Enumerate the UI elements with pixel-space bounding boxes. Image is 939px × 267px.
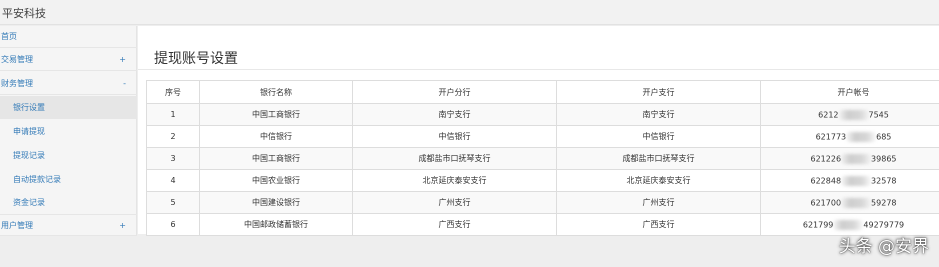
cell-no: 2 bbox=[146, 125, 200, 148]
sidebar-item-trade-management[interactable]: 交易管理 + bbox=[0, 49, 137, 71]
redaction-blur bbox=[841, 197, 872, 208]
cell-no: 3 bbox=[146, 147, 200, 170]
table-row[interactable]: 2 中信银行 中信银行 中信银行 621773 685 bbox=[146, 125, 939, 148]
withdrawal-accounts-table: 序号 银行名称 开户分行 开户支行 开户帐号 1 中国工商银行 南宁支行 南宁支… bbox=[146, 80, 939, 236]
account-suffix: 7545 bbox=[868, 110, 889, 119]
account-prefix: 621773 bbox=[815, 132, 847, 141]
cell-bank-name: 中国建设银行 bbox=[199, 191, 353, 214]
account-suffix: 59278 bbox=[871, 198, 897, 207]
table-row[interactable]: 5 中国建设银行 广州支行 广州支行 621700 59278 bbox=[146, 191, 939, 214]
sidebar-item-home[interactable]: 首页 bbox=[0, 26, 137, 48]
redaction-blur bbox=[841, 153, 872, 164]
account-suffix: 32578 bbox=[871, 176, 897, 185]
table-header-row: 序号 银行名称 开户分行 开户支行 开户帐号 bbox=[146, 80, 939, 104]
account-prefix: 621799 bbox=[802, 220, 834, 229]
page-title: 提现账号设置 bbox=[154, 51, 238, 67]
sidebar-subitem-label: 自动提款记录 bbox=[13, 175, 61, 184]
cell-subbranch: 成都盐市口抚琴支行 bbox=[556, 147, 761, 170]
sidebar-item-label: 首页 bbox=[1, 32, 17, 41]
cell-branch: 中信银行 bbox=[352, 125, 557, 148]
cell-branch: 广西支行 bbox=[352, 213, 557, 236]
sidebar-item-label: 交易管理 bbox=[1, 55, 33, 64]
brand-title: 平安科技 bbox=[2, 7, 46, 20]
cell-branch: 广州支行 bbox=[352, 191, 557, 214]
cell-subbranch: 北京延庆泰安支行 bbox=[556, 169, 761, 192]
sidebar-item-label: 财务管理 bbox=[1, 79, 33, 88]
expand-icon[interactable]: + bbox=[119, 49, 126, 71]
sidebar-subitem-bank-settings[interactable]: 银行设置 bbox=[0, 96, 137, 119]
cell-branch: 成都盐市口抚琴支行 bbox=[352, 147, 557, 170]
redaction-blur bbox=[838, 109, 869, 120]
column-header-bank-name: 银行名称 bbox=[199, 80, 353, 104]
account-prefix: 6212 bbox=[818, 110, 839, 119]
collapse-icon[interactable]: - bbox=[123, 73, 126, 95]
sidebar-subitem-apply-withdrawal[interactable]: 申请提现 bbox=[0, 120, 137, 143]
sidebar-item-finance-management[interactable]: 财务管理 - bbox=[0, 73, 137, 95]
column-header-account-number: 开户帐号 bbox=[760, 80, 939, 104]
cell-subbranch: 广西支行 bbox=[556, 213, 761, 236]
cell-branch: 南宁支行 bbox=[352, 103, 557, 126]
divider bbox=[138, 69, 939, 70]
expand-icon[interactable]: + bbox=[119, 215, 126, 237]
redaction-blur bbox=[841, 175, 872, 186]
account-suffix: 685 bbox=[876, 132, 892, 141]
sidebar: 首页 交易管理 + 财务管理 - 银行设置 申请提现 提现记录 自动提款记录 资… bbox=[0, 26, 137, 236]
table-row[interactable]: 6 中国邮政储蓄银行 广西支行 广西支行 621799 49279779 bbox=[146, 213, 939, 236]
account-prefix: 621226 bbox=[810, 154, 842, 163]
table-row[interactable]: 3 中国工商银行 成都盐市口抚琴支行 成都盐市口抚琴支行 621226 39865 bbox=[146, 147, 939, 170]
redaction-blur bbox=[846, 131, 877, 142]
sidebar-subitem-label: 申请提现 bbox=[13, 127, 45, 136]
cell-subbranch: 中信银行 bbox=[556, 125, 761, 148]
cell-bank-name: 中国工商银行 bbox=[199, 147, 353, 170]
sidebar-subitem-fund-records[interactable]: 资金记录 bbox=[0, 191, 137, 214]
sidebar-subitem-label: 提现记录 bbox=[13, 151, 45, 160]
cell-bank-name: 中国邮政储蓄银行 bbox=[199, 213, 353, 236]
cell-no: 5 bbox=[146, 191, 200, 214]
sidebar-subitem-withdrawal-records[interactable]: 提现记录 bbox=[0, 144, 137, 167]
column-header-no: 序号 bbox=[146, 80, 200, 104]
account-prefix: 621700 bbox=[810, 198, 842, 207]
watermark: 头条 @安界 bbox=[838, 237, 929, 257]
table-row[interactable]: 1 中国工商银行 南宁支行 南宁支行 6212 7545 bbox=[146, 103, 939, 126]
cell-branch: 北京延庆泰安支行 bbox=[352, 169, 557, 192]
cell-account-number: 621226 39865 bbox=[760, 147, 939, 170]
cell-bank-name: 中国农业银行 bbox=[199, 169, 353, 192]
sidebar-subitem-auto-withdrawal-records[interactable]: 自动提款记录 bbox=[0, 168, 137, 191]
cell-account-number: 6212 7545 bbox=[760, 103, 939, 126]
cell-account-number: 622848 32578 bbox=[760, 169, 939, 192]
redaction-blur bbox=[833, 219, 864, 230]
top-bar: 平安科技 bbox=[0, 0, 939, 25]
cell-no: 1 bbox=[146, 103, 200, 126]
main-content: 提现账号设置 序号 银行名称 开户分行 开户支行 开户帐号 1 中国工商银行 南… bbox=[138, 26, 939, 236]
cell-subbranch: 南宁支行 bbox=[556, 103, 761, 126]
column-header-branch: 开户分行 bbox=[352, 80, 557, 104]
column-header-subbranch: 开户支行 bbox=[556, 80, 761, 104]
cell-bank-name: 中国工商银行 bbox=[199, 103, 353, 126]
cell-no: 4 bbox=[146, 169, 200, 192]
account-suffix: 49279779 bbox=[863, 220, 905, 229]
cell-bank-name: 中信银行 bbox=[199, 125, 353, 148]
account-suffix: 39865 bbox=[871, 154, 897, 163]
account-prefix: 622848 bbox=[810, 176, 842, 185]
cell-subbranch: 广州支行 bbox=[556, 191, 761, 214]
sidebar-item-label: 用户管理 bbox=[1, 221, 33, 230]
cell-account-number: 621700 59278 bbox=[760, 191, 939, 214]
sidebar-item-user-management[interactable]: 用户管理 + bbox=[0, 214, 137, 236]
cell-no: 6 bbox=[146, 213, 200, 236]
sidebar-subitem-label: 银行设置 bbox=[13, 103, 45, 112]
sidebar-subitem-label: 资金记录 bbox=[13, 198, 45, 207]
cell-account-number: 621773 685 bbox=[760, 125, 939, 148]
table-row[interactable]: 4 中国农业银行 北京延庆泰安支行 北京延庆泰安支行 622848 32578 bbox=[146, 169, 939, 192]
